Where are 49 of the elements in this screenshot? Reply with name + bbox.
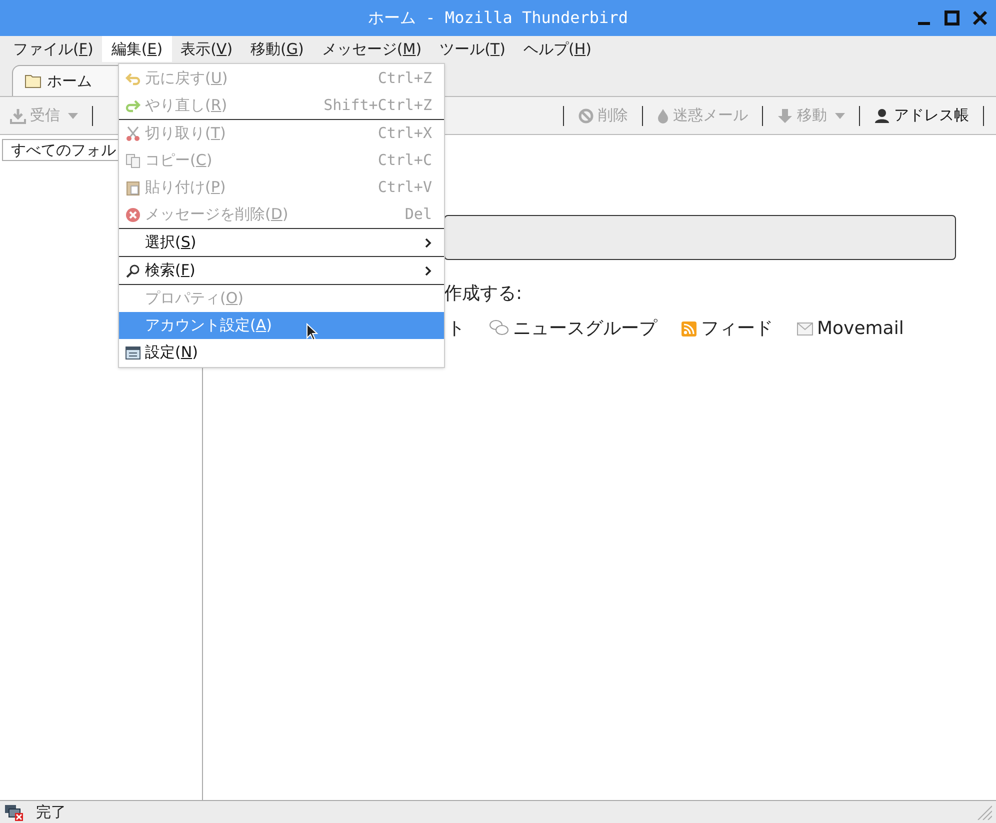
menu-item[interactable]: 選択(S) — [119, 229, 444, 256]
shortcut-text: Ctrl+Z — [378, 68, 432, 90]
offline-status-icon — [4, 802, 24, 822]
menu-bar-item[interactable]: メッセージ(M) — [312, 36, 431, 62]
close-icon[interactable] — [972, 10, 988, 26]
rss-feed-icon — [681, 320, 697, 336]
shortcut-text: Del — [404, 204, 432, 226]
person-icon — [874, 108, 890, 124]
shortcut-text: Shift+Ctrl+Z — [324, 95, 432, 116]
scissors-icon — [125, 126, 141, 142]
download-icon — [10, 108, 26, 124]
maximize-icon[interactable] — [944, 10, 960, 26]
create-account-link[interactable]: ト — [447, 315, 465, 342]
clipboard-icon — [125, 180, 141, 196]
search-icon — [125, 262, 141, 278]
envelope-icon — [797, 322, 813, 336]
delete-icon — [125, 206, 141, 222]
dropdown-caret-icon — [68, 112, 78, 120]
menu-bar-item[interactable]: 表示(V) — [172, 36, 242, 62]
menu-bar-item[interactable]: ヘルプ(H) — [514, 36, 600, 62]
menu-bar-item[interactable]: ファイル(F) — [4, 36, 102, 62]
dropdown-caret-icon — [835, 112, 845, 120]
create-account-link[interactable]: ニュースグループ — [489, 315, 657, 342]
submenu-chevron-icon — [424, 264, 432, 276]
down-arrow-icon — [777, 108, 793, 124]
create-account-link[interactable]: フィード — [681, 315, 773, 342]
copy-icon — [125, 152, 141, 168]
status-text: 完了 — [36, 802, 66, 823]
folder-pane-title: すべてのフォル — [11, 140, 116, 161]
menu-item[interactable]: 検索(F) — [119, 257, 444, 284]
submenu-chevron-icon — [424, 236, 432, 248]
menu-bar-item[interactable]: 編集(E) — [102, 36, 172, 62]
shortcut-text: Ctrl+X — [378, 123, 432, 144]
undo-arrow-icon — [125, 70, 141, 86]
folder-icon — [25, 74, 41, 88]
menu-bar-item[interactable]: ツール(T) — [430, 36, 514, 62]
prohibited-icon — [578, 108, 594, 124]
menu-item[interactable]: 設定(N) — [119, 339, 444, 366]
shortcut-text: Ctrl+C — [378, 150, 432, 172]
redo-arrow-icon — [125, 98, 141, 114]
create-heading: 作成する: — [444, 282, 524, 306]
resize-grip-icon[interactable] — [976, 804, 992, 820]
shortcut-text: Ctrl+V — [378, 177, 432, 198]
create-account-link[interactable]: Movemail — [797, 315, 904, 342]
settings-window-icon — [125, 344, 141, 360]
window-title: ホーム - Mozilla Thunderbird — [368, 7, 628, 29]
menu-bar-item[interactable]: 移動(G) — [242, 36, 313, 62]
flame-icon — [657, 108, 669, 124]
toolbar-button[interactable]: アドレス帳 — [872, 104, 971, 127]
